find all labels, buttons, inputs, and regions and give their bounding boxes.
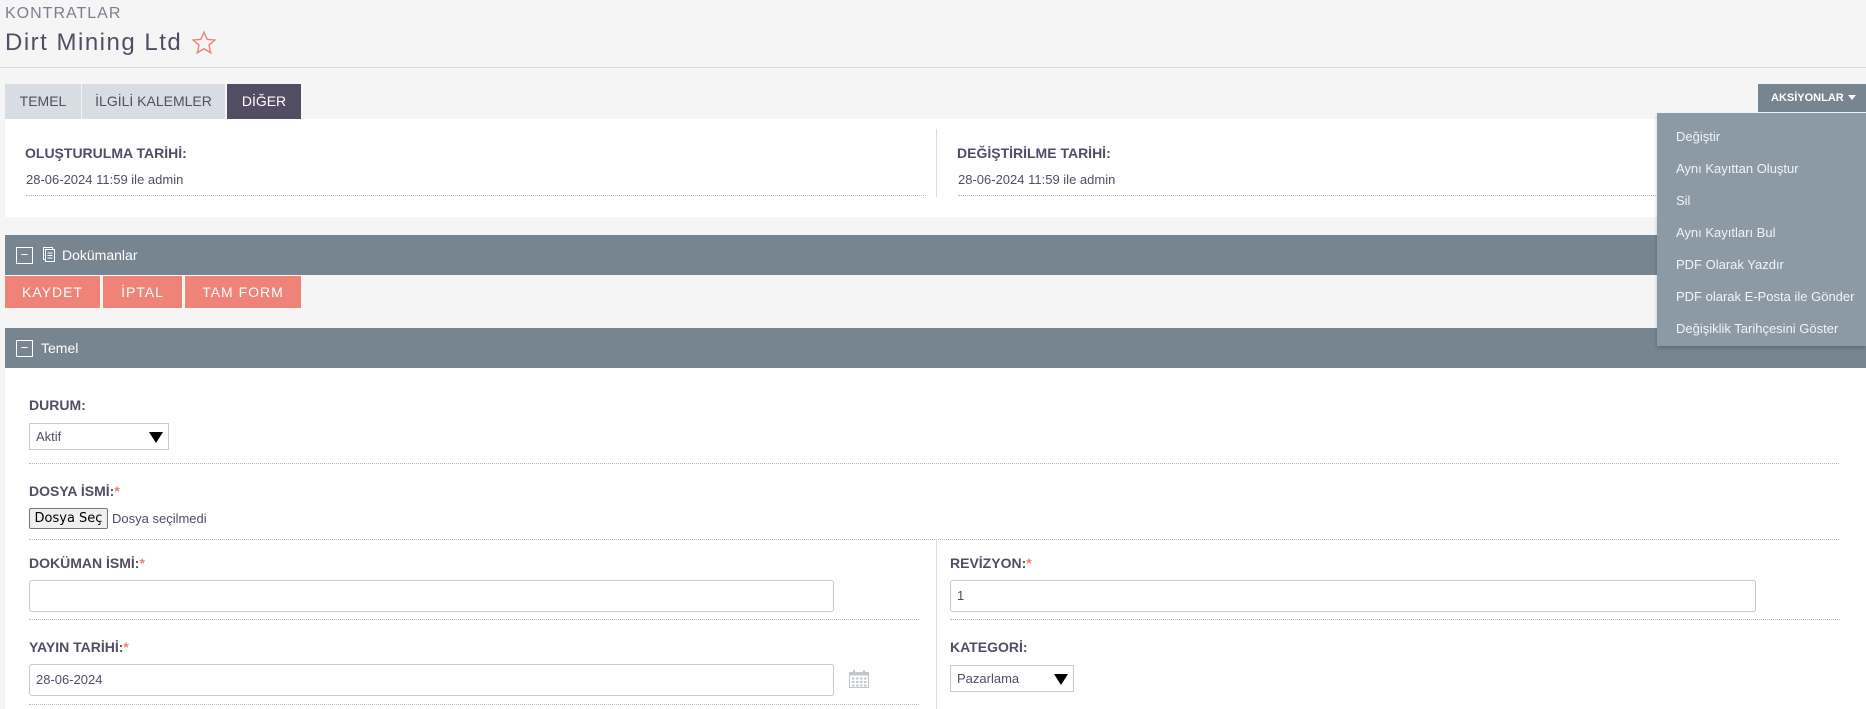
field-divider xyxy=(958,195,1658,196)
tab-diger[interactable]: DİĞER xyxy=(227,84,301,119)
filename-label: DOSYA İSMİ:* xyxy=(29,483,120,499)
modified-value: 28-06-2024 11:59 ile admin xyxy=(958,172,1116,187)
status-select[interactable]: Aktif xyxy=(29,423,169,450)
revision-input[interactable]: 1 xyxy=(950,580,1756,612)
field-divider xyxy=(26,195,926,196)
full-form-button[interactable]: TAM FORM xyxy=(185,276,301,308)
field-divider xyxy=(950,619,1840,620)
field-divider xyxy=(29,539,1839,540)
publish-date-input[interactable]: 28-06-2024 xyxy=(29,664,834,696)
column-divider xyxy=(936,539,937,709)
menu-item-delete[interactable]: Sil xyxy=(1657,185,1866,217)
status-label: DURUM: xyxy=(29,397,86,413)
required-mark: * xyxy=(139,555,145,571)
menu-item-find-duplicates[interactable]: Aynı Kayıtları Bul xyxy=(1657,217,1866,249)
revision-label: REVİZYON:* xyxy=(950,555,1032,571)
tab-ilgili-kalemler[interactable]: İLGİLİ KALEMLER xyxy=(82,84,225,119)
choose-file-button[interactable]: Dosya Seç xyxy=(29,508,108,529)
basic-panel-title: Temel xyxy=(41,340,79,356)
dropdown-arrow-icon xyxy=(1054,674,1068,685)
revision-label-text: REVİZYON: xyxy=(950,555,1027,571)
menu-item-edit[interactable]: Değiştir xyxy=(1657,121,1866,153)
field-divider xyxy=(29,619,919,620)
category-select[interactable]: Pazarlama xyxy=(950,665,1074,692)
file-status-text: Dosya seçilmedi xyxy=(112,511,207,526)
cancel-button[interactable]: İPTAL xyxy=(103,276,182,308)
menu-item-view-change-log[interactable]: Değişiklik Tarihçesini Göster xyxy=(1657,313,1866,345)
required-mark: * xyxy=(1026,555,1032,571)
field-divider xyxy=(29,704,919,705)
docname-label-text: DOKÜMAN İSMİ: xyxy=(29,555,140,571)
column-divider xyxy=(936,129,937,197)
category-label: KATEGORİ: xyxy=(950,639,1028,655)
record-title: Dirt Mining Ltd xyxy=(5,29,183,56)
menu-item-print-pdf[interactable]: PDF Olarak Yazdır xyxy=(1657,249,1866,281)
save-button[interactable]: KAYDET xyxy=(5,276,100,308)
menu-item-duplicate[interactable]: Aynı Kayıttan Oluştur xyxy=(1657,153,1866,185)
actions-button[interactable]: AKSİYONLAR xyxy=(1758,84,1866,112)
basic-panel-header[interactable]: − Temel xyxy=(5,328,1866,368)
status-select-value: Aktif xyxy=(36,429,62,444)
publish-date-label: YAYIN TARİHİ:* xyxy=(29,639,129,655)
collapse-icon[interactable]: − xyxy=(16,340,33,357)
audit-panel: OLUŞTURULMA TARİHİ: 28-06-2024 11:59 ile… xyxy=(5,119,1866,217)
document-icon xyxy=(43,247,55,262)
caret-down-icon xyxy=(1848,95,1856,100)
docname-label: DOKÜMAN İSMİ:* xyxy=(29,555,145,571)
documents-panel-title: Dokümanlar xyxy=(62,247,138,263)
filename-label-text: DOSYA İSMİ: xyxy=(29,483,115,499)
module-title[interactable]: KONTRATLAR xyxy=(5,5,121,23)
calendar-icon[interactable] xyxy=(849,670,869,688)
actions-menu: Değiştir Aynı Kayıttan Oluştur Sil Aynı … xyxy=(1657,113,1866,346)
field-divider xyxy=(29,463,1839,464)
created-value: 28-06-2024 11:59 ile admin xyxy=(26,172,184,187)
favorite-star-icon[interactable] xyxy=(191,30,217,56)
collapse-icon[interactable]: − xyxy=(16,247,33,264)
category-select-value: Pazarlama xyxy=(957,671,1020,686)
tab-temel[interactable]: TEMEL xyxy=(5,84,81,119)
header-divider xyxy=(0,67,1866,68)
docname-input[interactable] xyxy=(29,580,834,612)
required-mark: * xyxy=(114,483,120,499)
dropdown-arrow-icon xyxy=(149,432,163,443)
created-label: OLUŞTURULMA TARİHİ: xyxy=(25,145,187,161)
modified-label: DEĞİŞTİRİLME TARİHİ: xyxy=(957,145,1111,161)
publish-date-label-text: YAYIN TARİHİ: xyxy=(29,639,124,655)
menu-item-email-pdf[interactable]: PDF olarak E-Posta ile Gönder xyxy=(1657,281,1866,313)
required-mark: * xyxy=(123,639,129,655)
documents-panel-header[interactable]: − Dokümanlar xyxy=(5,235,1866,275)
actions-label: AKSİYONLAR xyxy=(1771,92,1844,104)
